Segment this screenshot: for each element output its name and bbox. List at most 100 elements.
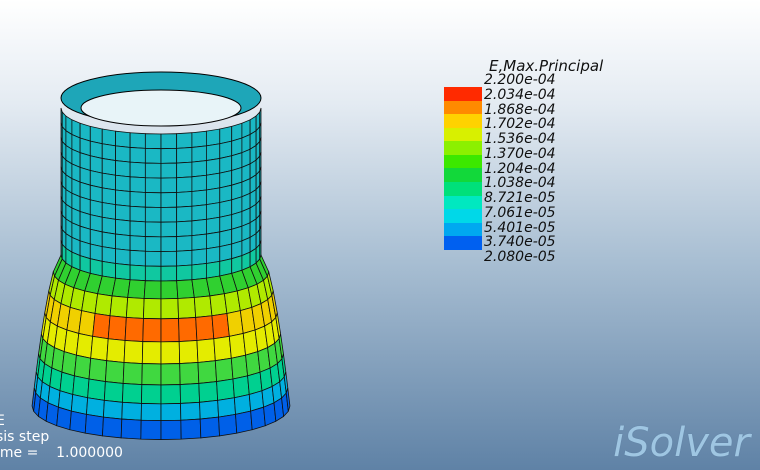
mesh-element: [205, 187, 221, 206]
mesh-element: [199, 416, 220, 439]
mesh-element: [191, 248, 207, 266]
mesh-element: [228, 332, 247, 359]
mesh-element: [140, 403, 162, 422]
fe-mesh-model[interactable]: [31, 71, 291, 440]
mesh-element: [127, 279, 146, 299]
mesh-element: [177, 297, 197, 319]
legend-swatch: [444, 195, 482, 210]
mesh-element: [217, 397, 236, 418]
mesh-element: [72, 375, 90, 399]
mesh-element: [179, 362, 200, 385]
mesh-element: [160, 298, 179, 320]
mesh-element: [176, 176, 193, 193]
mesh-element: [144, 236, 162, 253]
mesh-element: [125, 297, 145, 319]
status-line-1: E: [0, 413, 5, 429]
legend-swatch: [444, 209, 482, 223]
mesh-element: [143, 280, 162, 300]
mesh-element: [176, 132, 193, 149]
mesh-element: [75, 332, 94, 359]
mesh-element: [160, 250, 178, 267]
mesh-element: [160, 403, 182, 422]
mesh-element: [144, 177, 162, 194]
mesh-element: [101, 231, 117, 250]
mesh-element: [160, 280, 179, 300]
mesh-element: [115, 130, 131, 148]
mesh-element: [141, 341, 162, 365]
mesh-element: [160, 265, 178, 282]
mesh-element: [199, 399, 219, 420]
mesh-element: [123, 340, 144, 365]
mesh-element: [180, 401, 201, 421]
mesh-element: [101, 260, 117, 279]
legend-label: 1.536e-04: [484, 131, 556, 147]
mesh-element: [106, 338, 126, 363]
legend-swatch: [444, 236, 482, 250]
mesh-element: [216, 378, 235, 401]
mesh-element: [205, 260, 221, 279]
mesh-element: [191, 218, 207, 237]
mesh-element: [191, 174, 207, 192]
mesh-element: [101, 157, 117, 176]
mesh-element: [213, 335, 232, 362]
mesh-element: [142, 318, 162, 343]
mesh-element: [205, 246, 221, 264]
mesh-element: [101, 128, 117, 147]
legend-label: 1.370e-04: [484, 145, 556, 162]
legend-label: 1.038e-04: [484, 175, 556, 192]
mesh-element: [90, 335, 109, 362]
mesh-element: [129, 205, 146, 223]
status-text: Esis step ime = 1.000000: [0, 413, 123, 461]
mesh-element: [191, 160, 207, 178]
mesh-element: [205, 143, 221, 162]
mesh-element: [115, 160, 131, 178]
mesh-element: [115, 189, 131, 207]
mesh-element: [218, 413, 238, 437]
mesh-element: [160, 192, 178, 208]
mesh-element: [94, 293, 113, 317]
mesh-element: [129, 235, 146, 252]
mesh-element: [144, 147, 162, 164]
mesh-element: [144, 250, 162, 267]
mesh-element: [129, 132, 146, 149]
mesh-element: [143, 298, 162, 320]
model-viewport[interactable]: [0, 0, 760, 470]
mesh-element: [104, 360, 125, 384]
mesh-element: [160, 221, 178, 238]
mesh-element: [176, 220, 193, 238]
mesh-element: [176, 264, 193, 282]
mesh-element: [205, 157, 221, 176]
legend-label: 2.200e-04: [484, 72, 556, 88]
mesh-element: [92, 313, 111, 340]
mesh-element: [160, 341, 181, 365]
mesh-element: [129, 191, 146, 208]
legend-swatch: [444, 87, 482, 101]
legend-label: 5.401e-05: [484, 219, 556, 236]
mesh-element: [191, 189, 207, 207]
mesh-element: [176, 161, 193, 179]
mesh-element: [144, 265, 162, 282]
mesh-element: [176, 279, 195, 299]
mesh-element: [129, 176, 146, 193]
legend-label: 3.740e-05: [484, 234, 556, 251]
mesh-element: [115, 218, 131, 237]
mesh-element: [115, 233, 131, 251]
mesh-element: [129, 249, 146, 267]
mesh-element: [195, 315, 215, 341]
mesh-element: [160, 177, 178, 194]
mesh-element: [122, 383, 143, 404]
legend-label: 8.721e-05: [484, 190, 556, 206]
mesh-element: [160, 147, 178, 164]
mesh-element: [176, 235, 193, 252]
mesh-element: [144, 162, 162, 179]
mesh-element: [144, 221, 162, 238]
mesh-element: [178, 340, 199, 365]
mesh-element: [101, 246, 117, 264]
mesh-element: [176, 147, 193, 164]
mesh-element: [250, 406, 266, 431]
mesh-element: [129, 147, 146, 164]
mesh-element: [232, 375, 250, 399]
legend-swatch: [444, 114, 482, 128]
mesh-element: [120, 418, 142, 440]
mesh-element: [101, 202, 117, 220]
